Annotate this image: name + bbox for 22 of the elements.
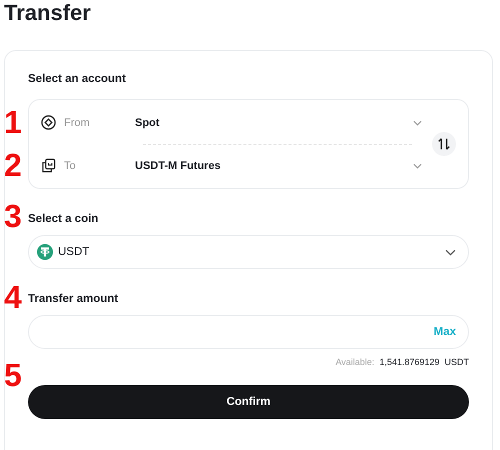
section-label: Select a coin: [28, 213, 100, 225]
wallet-icon: [41, 158, 56, 173]
chevron-down-icon: [413, 162, 422, 168]
available-label: Available:: [336, 357, 374, 367]
step-number: 4: [4, 281, 22, 313]
currency-unit: USDT: [444, 357, 469, 367]
step-number: 5: [4, 359, 22, 391]
confirm-button[interactable]: Confirm: [28, 385, 469, 419]
chevron-down-icon: [413, 120, 422, 126]
step-number: 1: [4, 106, 22, 138]
available-balance: 1,541.8769129: [379, 357, 440, 367]
step-number: 2: [4, 148, 22, 180]
coin-select[interactable]: USDT: [28, 235, 469, 269]
spot-icon: [41, 115, 56, 130]
swap-icon: [437, 137, 451, 151]
page-title: Transfer: [3, 0, 92, 27]
chevron-down-icon: [445, 248, 456, 256]
section-label: Transfer amount: [28, 293, 120, 305]
section-label: Select an account: [28, 73, 127, 85]
step-number: 3: [4, 200, 22, 232]
coin-icon: [37, 244, 53, 260]
swap-button[interactable]: [432, 132, 456, 156]
